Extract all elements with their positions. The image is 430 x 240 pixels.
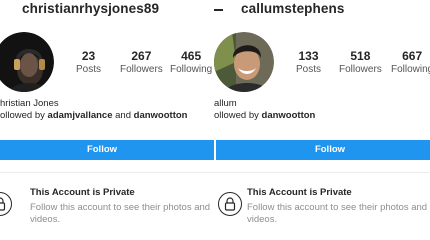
lock-icon	[218, 192, 242, 216]
follow-button[interactable]: Follow	[0, 140, 215, 160]
posts-label: Posts	[296, 64, 322, 75]
private-title: This Account is Private	[247, 187, 352, 198]
following-label: Following	[170, 64, 213, 75]
followed-by-and: and	[112, 110, 134, 121]
stat-posts: 133 Posts	[296, 49, 321, 77]
followed-by-user-link[interactable]: adamjvallance	[48, 110, 113, 121]
profile-panel-left: christianrhysjones89 23 Posts 267 Follow…	[0, 0, 216, 240]
posts-count: 133	[298, 49, 319, 63]
followed-by-prefix: ollowed by	[0, 110, 48, 121]
followed-by-text: ollowed by danwootton	[214, 110, 315, 121]
following-label: Following	[391, 64, 430, 75]
display-name: allum	[214, 98, 237, 109]
followed-by-prefix: ollowed by	[214, 110, 262, 121]
following-count: 667	[402, 49, 423, 63]
followers-label: Followers	[339, 64, 382, 75]
follow-button[interactable]: Follow	[216, 140, 430, 160]
stat-following[interactable]: 465 Following	[170, 49, 212, 77]
following-count: 465	[181, 49, 202, 63]
followers-count: 518	[350, 49, 371, 63]
profile-username: callumstephens	[241, 1, 345, 16]
followers-count: 267	[131, 49, 152, 63]
stat-following[interactable]: 667 Following	[391, 49, 430, 77]
back-arrow-icon[interactable]	[214, 9, 223, 11]
private-description: Follow this account to see their photos …	[30, 202, 211, 225]
private-title: This Account is Private	[30, 187, 135, 198]
followed-by-user-link[interactable]: danwootton	[134, 110, 188, 121]
avatar[interactable]	[214, 32, 274, 92]
private-description: Follow this account to see their photos …	[247, 202, 428, 225]
stat-posts: 23 Posts	[76, 49, 101, 77]
profile-panel-right: callumstephens 133 Posts 518 Followers 6…	[214, 0, 430, 240]
divider	[0, 172, 215, 173]
followed-by-text: ollowed by adamjvallance and danwootton	[0, 110, 187, 121]
profile-username: christianrhysjones89	[22, 1, 160, 16]
avatar[interactable]	[0, 32, 54, 92]
display-name: hristian Jones	[0, 98, 59, 109]
avatar-photo	[214, 32, 274, 92]
lock-icon	[0, 192, 12, 216]
posts-label: Posts	[76, 64, 102, 75]
followers-label: Followers	[120, 64, 163, 75]
stat-followers[interactable]: 518 Followers	[339, 49, 382, 77]
avatar-photo	[0, 32, 54, 92]
divider	[214, 172, 430, 173]
posts-count: 23	[81, 49, 96, 63]
stat-followers[interactable]: 267 Followers	[120, 49, 163, 77]
followed-by-user-link[interactable]: danwootton	[262, 110, 316, 121]
